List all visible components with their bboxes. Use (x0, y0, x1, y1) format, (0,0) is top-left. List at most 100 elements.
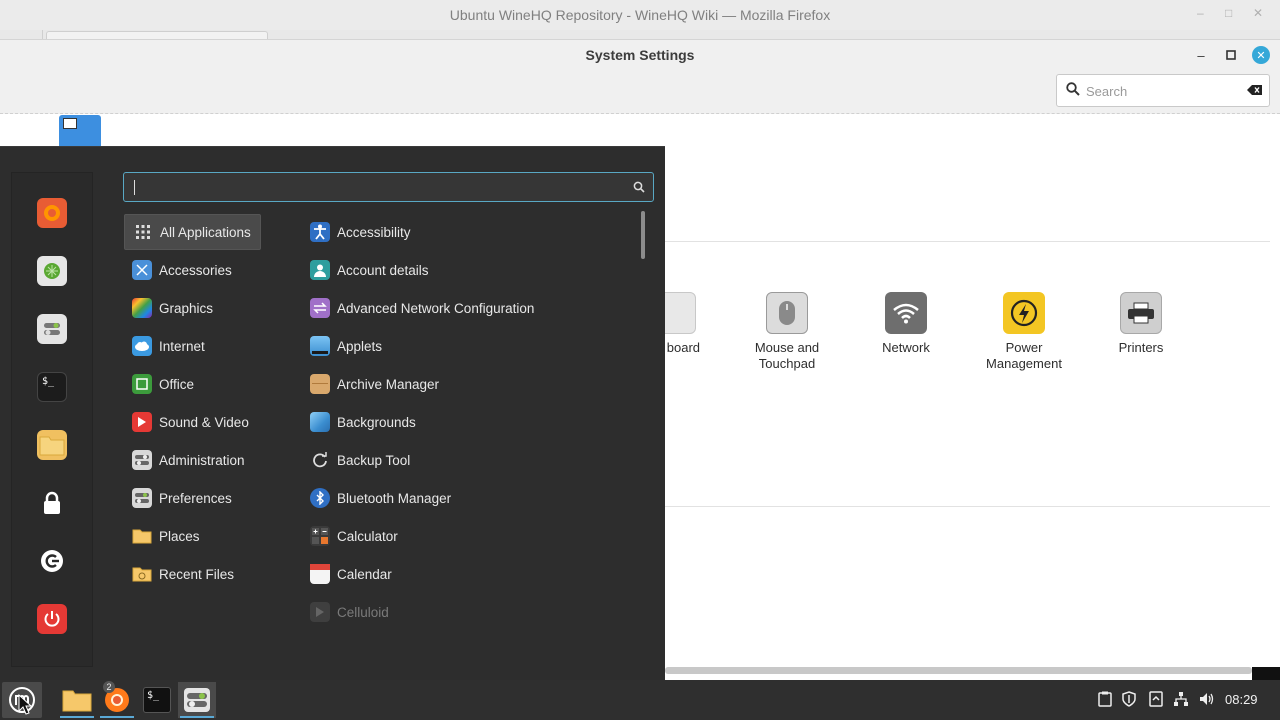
graphics-icon (132, 298, 152, 318)
firefox-window-title: Ubuntu WineHQ Repository - WineHQ Wiki —… (449, 7, 831, 23)
applets-icon (310, 336, 330, 356)
settings-horizontal-scrollbar[interactable] (665, 667, 1252, 674)
category-label: Preferences (159, 490, 232, 506)
terminal-icon: $_ (143, 687, 171, 713)
firefox-close-icon[interactable]: ✕ (1253, 6, 1263, 20)
app-label: Accessibility (337, 224, 411, 240)
favorite-logout[interactable] (37, 546, 67, 576)
recent-files-icon (132, 564, 152, 584)
administration-icon (132, 450, 152, 470)
settings-item-printers[interactable]: Printers (1086, 292, 1196, 356)
settings-close-button[interactable]: ✕ (1252, 46, 1270, 64)
search-icon (1066, 82, 1080, 96)
settings-minimize-button[interactable]: – (1192, 46, 1210, 64)
clear-search-icon[interactable] (1247, 84, 1263, 96)
favorite-lock-screen[interactable] (37, 488, 67, 518)
favorite-system-settings[interactable] (37, 314, 67, 344)
calculator-icon (310, 526, 330, 546)
firefox-titlebar: Ubuntu WineHQ Repository - WineHQ Wiki —… (0, 0, 1280, 30)
app-celluloid[interactable]: Celluloid (302, 594, 632, 630)
maximize-icon (1226, 50, 1236, 60)
category-internet[interactable]: Internet (124, 328, 261, 364)
category-sound-video[interactable]: Sound & Video (124, 404, 261, 440)
app-backup-tool[interactable]: Backup Tool (302, 442, 632, 478)
window-corner (1252, 667, 1280, 680)
category-label: Office (159, 376, 195, 392)
terminal-icon: $_ (42, 376, 55, 387)
volume-icon[interactable] (1199, 691, 1215, 707)
software-manager-icon (44, 263, 60, 279)
network-wired-icon[interactable] (1173, 691, 1189, 707)
app-bluetooth-manager[interactable]: Bluetooth Manager (302, 480, 632, 516)
menu-scrollbar[interactable] (641, 211, 645, 259)
settings-toggle-icon (184, 688, 210, 712)
bluetooth-icon (310, 488, 330, 508)
category-all-applications[interactable]: All Applications (124, 214, 261, 250)
clipboard-icon[interactable] (1097, 691, 1113, 707)
app-applets[interactable]: Applets (302, 328, 632, 364)
cloud-icon (132, 336, 152, 356)
settings-item-power[interactable]: Power Management (969, 292, 1079, 372)
settings-item-network[interactable]: Network (851, 292, 961, 356)
app-label: Calculator (337, 528, 398, 544)
settings-section-divider (665, 506, 1270, 507)
category-recent-files[interactable]: Recent Files (124, 556, 261, 592)
app-label: Account details (337, 262, 429, 278)
celluloid-icon (310, 602, 330, 622)
search-icon (633, 181, 645, 193)
app-accessibility[interactable]: Accessibility (302, 214, 632, 250)
update-manager-icon[interactable] (1148, 691, 1164, 707)
favorite-files[interactable] (37, 430, 67, 460)
category-label: All Applications (160, 224, 251, 240)
settings-search-input[interactable]: Search (1056, 74, 1270, 107)
app-calendar[interactable]: Calendar (302, 556, 632, 592)
desktop-window-icon[interactable] (59, 115, 101, 146)
printer-icon (1120, 292, 1162, 334)
settings-item-label: Mouse and Touchpad (754, 340, 820, 371)
settings-search-placeholder: Search (1086, 84, 1128, 99)
category-administration[interactable]: Administration (124, 442, 261, 478)
firefox-icon (44, 205, 60, 221)
mouse-icon (766, 292, 808, 334)
favorites-column: $_ (11, 172, 93, 667)
category-preferences[interactable]: Preferences (124, 480, 261, 516)
settings-toggle-icon (44, 323, 60, 335)
category-graphics[interactable]: Graphics (124, 290, 261, 326)
favorite-shutdown[interactable] (37, 604, 67, 634)
clock[interactable]: 08:29 (1225, 692, 1258, 707)
firefox-minimize-icon[interactable]: – (1197, 6, 1204, 20)
shield-icon[interactable] (1121, 691, 1137, 707)
lock-icon (44, 491, 60, 514)
account-icon (310, 260, 330, 280)
app-label: Applets (337, 338, 383, 354)
app-backgrounds[interactable]: Backgrounds (302, 404, 632, 440)
backup-icon (310, 450, 330, 470)
grid-icon (133, 222, 153, 242)
favorite-software-manager[interactable] (37, 256, 67, 286)
wifi-icon (885, 292, 927, 334)
menu-search-input[interactable] (123, 172, 654, 202)
settings-item-mouse[interactable]: Mouse and Touchpad (732, 292, 842, 372)
taskbar-terminal[interactable]: $_ (138, 682, 176, 718)
accessories-icon (132, 260, 152, 280)
settings-maximize-button[interactable] (1222, 46, 1240, 64)
logout-icon (41, 550, 63, 572)
firefox-window-count-badge: 2 (103, 681, 115, 693)
category-accessories[interactable]: Accessories (124, 252, 261, 288)
category-label: Recent Files (159, 566, 235, 582)
favorite-terminal[interactable]: $_ (37, 372, 67, 402)
taskbar-system-settings[interactable] (178, 682, 216, 718)
app-account-details[interactable]: Account details (302, 252, 632, 288)
app-archive-manager[interactable]: Archive Manager (302, 366, 632, 402)
power-bolt-icon (1003, 292, 1045, 334)
category-places[interactable]: Places (124, 518, 261, 554)
taskbar-files[interactable] (58, 682, 96, 718)
taskbar: 2 $_ 08:29 (0, 680, 1280, 720)
preferences-icon (132, 488, 152, 508)
firefox-maximize-icon[interactable]: □ (1225, 6, 1232, 20)
favorite-firefox[interactable] (37, 198, 67, 228)
active-indicator (100, 716, 134, 718)
app-advanced-network-configuration[interactable]: Advanced Network Configuration (302, 290, 632, 326)
category-office[interactable]: Office (124, 366, 261, 402)
app-calculator[interactable]: Calculator (302, 518, 632, 554)
